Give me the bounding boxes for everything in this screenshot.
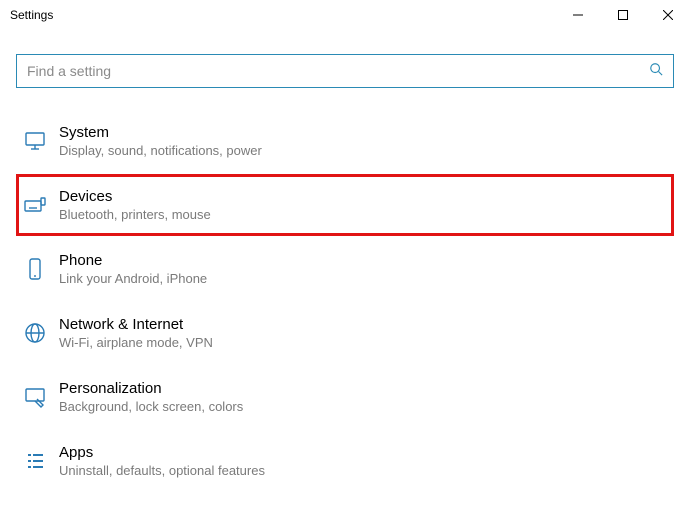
keyboard-icon bbox=[21, 191, 49, 219]
item-subtitle: Wi-Fi, airplane mode, VPN bbox=[59, 335, 213, 350]
item-title: System bbox=[59, 124, 262, 141]
item-subtitle: Background, lock screen, colors bbox=[59, 399, 243, 414]
monitor-icon bbox=[21, 127, 49, 155]
search-input[interactable] bbox=[27, 63, 649, 79]
list-icon bbox=[21, 447, 49, 475]
item-subtitle: Bluetooth, printers, mouse bbox=[59, 207, 211, 222]
item-subtitle: Display, sound, notifications, power bbox=[59, 143, 262, 158]
maximize-button[interactable] bbox=[600, 0, 645, 30]
window-title: Settings bbox=[10, 8, 53, 22]
item-title: Devices bbox=[59, 188, 211, 205]
settings-item-devices[interactable]: Devices Bluetooth, printers, mouse bbox=[16, 174, 674, 236]
item-title: Network & Internet bbox=[59, 316, 213, 333]
item-title: Personalization bbox=[59, 380, 243, 397]
search-box[interactable] bbox=[16, 54, 674, 88]
minimize-button[interactable] bbox=[555, 0, 600, 30]
search-icon bbox=[649, 62, 663, 81]
globe-icon bbox=[21, 319, 49, 347]
settings-item-network[interactable]: Network & Internet Wi-Fi, airplane mode,… bbox=[16, 302, 674, 364]
item-subtitle: Uninstall, defaults, optional features bbox=[59, 463, 265, 478]
phone-icon bbox=[21, 255, 49, 283]
item-title: Apps bbox=[59, 444, 265, 461]
settings-item-apps[interactable]: Apps Uninstall, defaults, optional featu… bbox=[16, 430, 674, 492]
settings-list: System Display, sound, notifications, po… bbox=[16, 102, 674, 515]
content-area: System Display, sound, notifications, po… bbox=[0, 30, 690, 515]
titlebar: Settings bbox=[0, 0, 690, 30]
settings-item-personalization[interactable]: Personalization Background, lock screen,… bbox=[16, 366, 674, 428]
brush-icon bbox=[21, 383, 49, 411]
item-subtitle: Link your Android, iPhone bbox=[59, 271, 207, 286]
close-button[interactable] bbox=[645, 0, 690, 30]
settings-item-phone[interactable]: Phone Link your Android, iPhone bbox=[16, 238, 674, 300]
user-icon bbox=[21, 511, 49, 515]
item-title: Phone bbox=[59, 252, 207, 269]
settings-window: Settings Sys bbox=[0, 0, 690, 515]
settings-item-accounts[interactable]: Accounts bbox=[16, 494, 674, 515]
settings-item-system[interactable]: System Display, sound, notifications, po… bbox=[16, 110, 674, 172]
